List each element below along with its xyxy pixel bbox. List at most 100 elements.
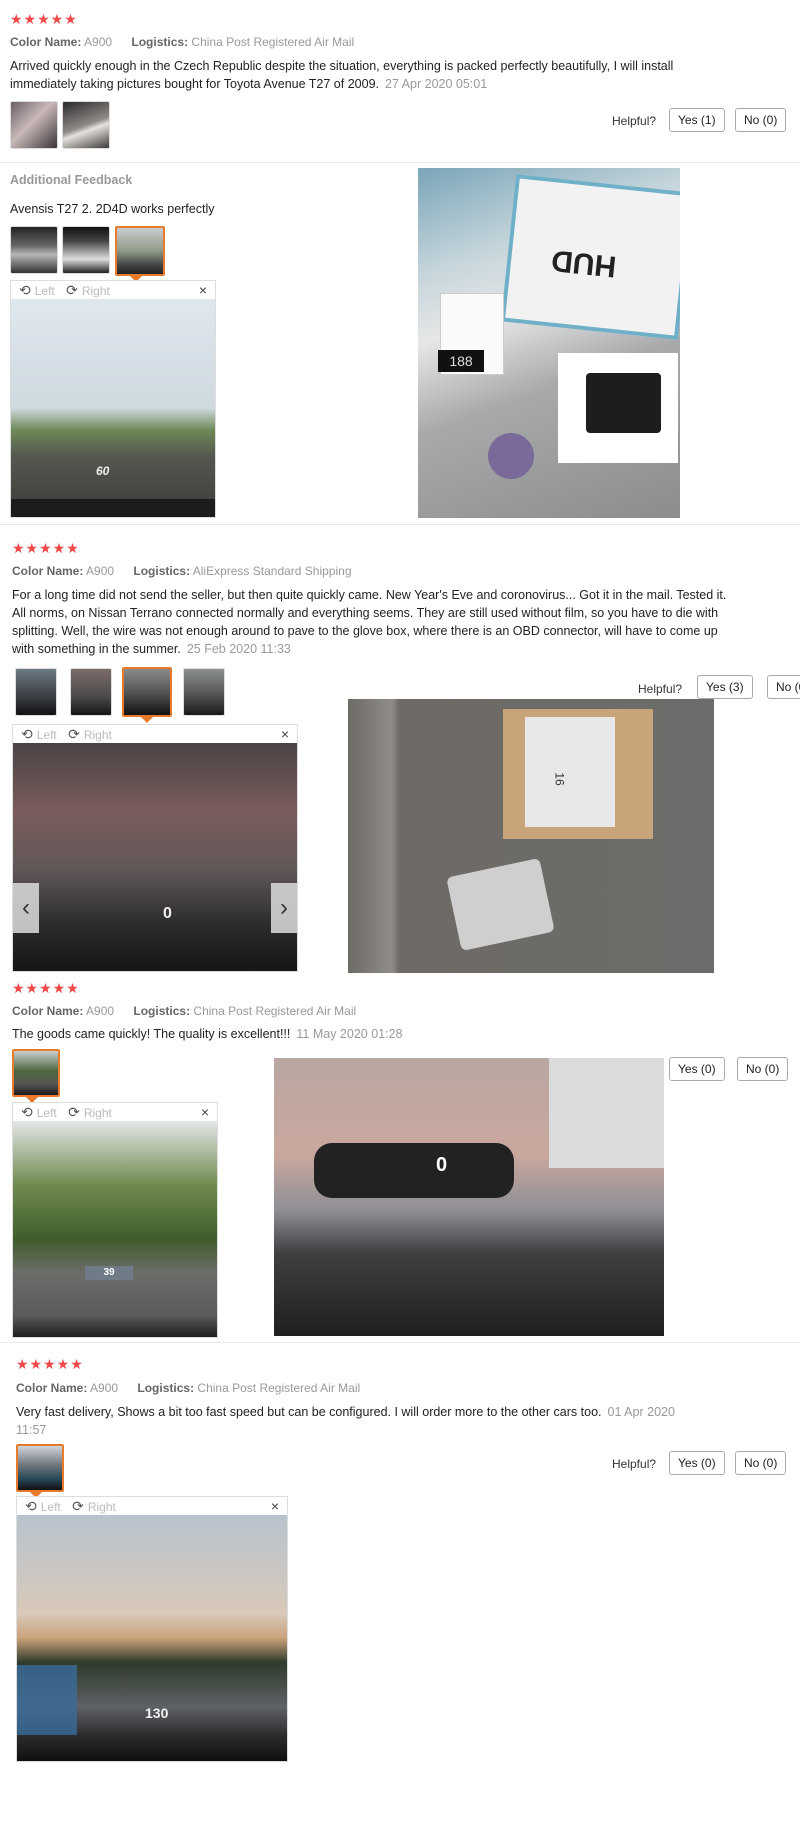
review-thumbnail[interactable] [70,668,112,716]
box-hud-reading: 16 [552,772,567,786]
review-meta: Color Name: A900 Logistics: China Post R… [12,1003,372,1019]
logistics-value: AliExpress Standard Shipping [192,564,352,578]
helpful-yes-button[interactable]: Yes (0) [669,1451,725,1475]
helpful-label: Helpful? [612,1457,657,1471]
logistics-label: Logistics: [137,1381,195,1395]
rotate-left-icon[interactable]: ⟲ [19,282,31,298]
dashboard [11,499,215,517]
review-text: Very fast delivery, Shows a bit too fast… [16,1403,681,1439]
additional-feedback-title: Additional Feedback [10,173,133,187]
review-thumbnail[interactable] [15,668,57,716]
review-date: 27 Apr 2020 05:01 [385,77,488,91]
rotate-left-label[interactable]: Left [35,284,55,298]
close-icon[interactable]: × [199,281,207,299]
prev-image-button[interactable]: ‹ [13,883,39,933]
review-body: Arrived quickly enough in the Czech Repu… [10,59,674,91]
feedback-large-photo: HUD 188 [418,168,680,518]
suction-cup [488,433,534,479]
viewer-toolbar: ⟲ Left ⟳ Right × [13,725,297,743]
review-thumbnail[interactable] [62,101,110,149]
building [549,1058,664,1168]
helpful-label: Helpful? [638,682,683,696]
logistics-label: Logistics: [131,35,189,49]
review-meta: Color Name: A900 Logistics: AliExpress S… [12,563,368,579]
review-thumbnail-selected[interactable] [16,1444,64,1492]
viewer-photo: 0 ‹ › [13,743,297,971]
review-text: Arrived quickly enough in the Czech Repu… [10,57,685,93]
feedback-thumbnail[interactable] [62,226,110,274]
color-name-label: Color Name: [10,35,82,49]
viewer-photo: 60 [11,299,215,517]
review-body: The goods came quickly! The quality is e… [12,1027,291,1041]
phone-navigator [17,1665,77,1735]
helpful-no-button[interactable]: No (0) [767,675,800,699]
inner-box: 16 [525,717,615,827]
review-thumbnail[interactable] [10,101,58,149]
color-name-label: Color Name: [12,564,84,578]
rotate-left-label[interactable]: Left [41,1500,61,1514]
box-label: HUD [549,243,618,283]
color-name-value: A900 [84,35,113,49]
rotate-left-label[interactable]: Left [37,728,57,742]
image-viewer: ⟲ Left ⟳ Right × 0 ‹ › [12,724,298,972]
viewer-toolbar: ⟲ Left ⟳ Right × [17,1497,287,1515]
logistics-label: Logistics: [133,1004,191,1018]
hud-device: 188 [438,350,484,372]
rotate-right-label[interactable]: Right [82,284,110,298]
close-icon[interactable]: × [281,725,289,743]
rotate-right-icon[interactable]: ⟳ [68,726,80,742]
rotate-right-icon[interactable]: ⟳ [72,1498,84,1514]
viewer-photo: 130 [17,1515,287,1761]
hud-reading: 0 [163,905,172,922]
car [314,1143,514,1198]
rotate-left-icon[interactable]: ⟲ [21,1104,33,1120]
next-image-button[interactable]: › [271,883,297,933]
shipping-box: 16 [503,709,653,839]
additional-feedback-text: Avensis T27 2. 2D4D works perfectly [10,202,215,216]
helpful-yes-button[interactable]: Yes (3) [697,675,753,699]
logistics-value: China Post Registered Air Mail [193,1004,357,1018]
helpful-no-button[interactable]: No (0) [737,1057,789,1081]
selected-caret [141,717,153,723]
star-rating: ★★★★★ [16,1356,84,1372]
rotate-left-label[interactable]: Left [37,1106,57,1120]
review-thumbnail[interactable] [183,668,225,716]
hud-reading: 60 [96,464,110,478]
rotate-right-label[interactable]: Right [88,1500,116,1514]
color-name-value: A900 [90,1381,119,1395]
review-meta: Color Name: A900 Logistics: China Post R… [16,1380,376,1396]
close-icon[interactable]: × [201,1103,209,1121]
color-name-value: A900 [86,1004,115,1018]
review-thumbnail-selected[interactable] [122,667,172,717]
product-box: HUD [500,174,680,340]
review-meta: Color Name: A900 Logistics: China Post R… [10,34,370,50]
close-icon[interactable]: × [271,1497,279,1515]
rotate-right-label[interactable]: Right [84,728,112,742]
hud-unit [586,373,661,433]
rotate-right-label[interactable]: Right [84,1106,112,1120]
helpful-no-button[interactable]: No (0) [735,1451,787,1475]
rotate-left-icon[interactable]: ⟲ [25,1498,37,1514]
product-tray [558,353,678,463]
helpful-yes-button[interactable]: Yes (0) [669,1057,725,1081]
star-rating: ★★★★★ [12,540,80,556]
color-name-label: Color Name: [12,1004,84,1018]
review-text: For a long time did not send the seller,… [12,586,734,658]
color-name-value: A900 [86,564,115,578]
rotate-right-icon[interactable]: ⟳ [68,1104,80,1120]
helpful-yes-button[interactable]: Yes (1) [669,108,725,132]
viewer-toolbar: ⟲ Left ⟳ Right × [11,281,215,299]
review-large-photo: 0 [274,1058,664,1336]
review-body: Very fast delivery, Shows a bit too fast… [16,1405,602,1419]
review-thumbnail-selected[interactable] [12,1049,60,1097]
helpful-no-button[interactable]: No (0) [735,108,787,132]
image-viewer: ⟲ Left ⟳ Right × 39 [12,1102,218,1338]
image-viewer: ⟲ Left ⟳ Right × 130 [16,1496,288,1762]
feedback-thumbnail[interactable] [10,226,58,274]
rotate-right-icon[interactable]: ⟳ [66,282,78,298]
rotate-left-icon[interactable]: ⟲ [21,726,33,742]
divider [0,162,800,163]
star-rating: ★★★★★ [10,11,78,27]
feedback-thumbnail-selected[interactable] [115,226,165,276]
color-name-label: Color Name: [16,1381,88,1395]
